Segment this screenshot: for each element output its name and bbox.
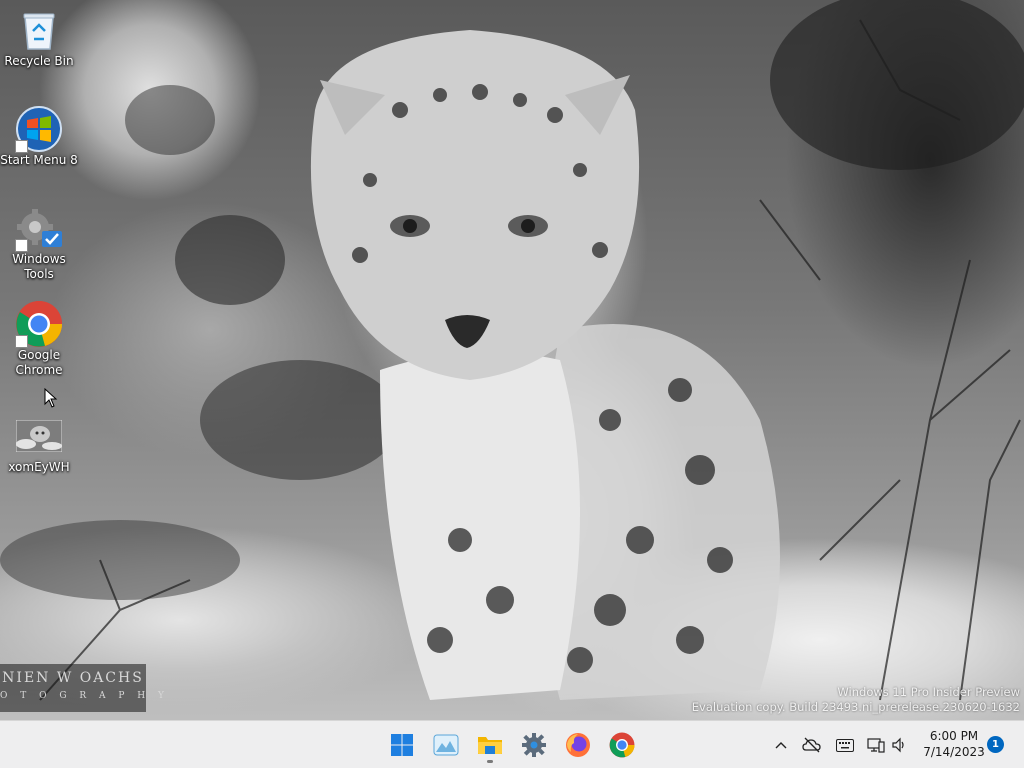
desktop-icon-google-chrome[interactable]: Google Chrome	[0, 300, 78, 378]
windows-tools-icon	[15, 204, 63, 252]
windows-build-watermark: Windows 11 Pro Insider Preview Evaluatio…	[692, 685, 1020, 715]
desktop-icon-label: Windows Tools	[12, 252, 66, 281]
windows-start-icon	[391, 734, 413, 756]
clock-date: 7/14/2023	[923, 745, 985, 759]
volume-icon	[892, 737, 904, 753]
shortcut-arrow-icon	[15, 239, 28, 252]
photographer-subtitle: O T O G R A P H Y	[0, 691, 169, 701]
desktop-icon-label: Start Menu 8	[0, 153, 78, 167]
file-explorer-icon	[478, 737, 502, 754]
taskbar: 6:00 PM 7/14/2023 1	[0, 720, 1024, 768]
widgets-icon	[433, 734, 459, 756]
desktop-icon-label: xomEyWH	[8, 460, 70, 474]
start-menu-8-icon	[15, 105, 63, 153]
desktop-icon-label: Recycle Bin	[4, 54, 74, 68]
windows-build-text: Evaluation copy. Build 23493.ni_prerelea…	[691, 700, 1020, 714]
desktop-icon-xomeywh[interactable]: xomEyWH	[0, 412, 78, 475]
windows-edition-text: Windows 11 Pro Insider Preview	[837, 685, 1020, 699]
desktop-icon-label: Google Chrome	[15, 348, 63, 377]
tray-keyboard-button[interactable]	[835, 735, 855, 755]
photographer-watermark: NIEN W OACHS O T O G R A P H Y	[0, 664, 169, 712]
wallpaper-snow-leopard	[0, 0, 1024, 701]
chrome-icon	[609, 732, 635, 758]
taskbar-start-button[interactable]	[384, 727, 420, 763]
chrome-icon	[15, 300, 63, 348]
tray-network-button[interactable]	[866, 735, 886, 755]
tray-volume-button[interactable]	[890, 735, 910, 755]
desktop-icon-start-menu-8[interactable]: Start Menu 8	[0, 105, 78, 168]
chevron-up-icon	[775, 742, 787, 749]
recycle-bin-icon	[15, 6, 63, 54]
tray-onedrive-button[interactable]	[802, 735, 822, 755]
keyboard-icon	[836, 738, 854, 752]
taskbar-chrome-button[interactable]	[604, 727, 640, 763]
tray-show-hidden-icons-button[interactable]	[771, 735, 791, 755]
desktop-icon-windows-tools[interactable]: Windows Tools	[0, 204, 78, 282]
network-icon	[867, 738, 885, 753]
shortcut-arrow-icon	[15, 335, 28, 348]
mouse-cursor-icon	[44, 388, 58, 408]
image-file-icon	[15, 412, 63, 460]
shortcut-arrow-icon	[15, 140, 28, 153]
tray-clock[interactable]: 6:00 PM 7/14/2023	[922, 728, 986, 760]
notification-badge[interactable]: 1	[987, 736, 1004, 753]
clock-time: 6:00 PM	[929, 729, 979, 743]
desktop-icon-recycle-bin[interactable]: Recycle Bin	[0, 6, 78, 69]
taskbar-firefox-button[interactable]	[560, 727, 596, 763]
firefox-icon	[566, 733, 590, 757]
taskbar-file-explorer-button[interactable]	[472, 727, 508, 763]
settings-gear-icon	[522, 733, 546, 757]
desktop[interactable]: Recycle Bin Start Menu 8 Windows Tools G…	[0, 0, 1024, 768]
taskbar-widgets-button[interactable]	[428, 727, 464, 763]
photographer-name: NIEN W OACHS	[2, 670, 144, 686]
taskbar-settings-button[interactable]	[516, 727, 552, 763]
onedrive-offline-icon	[802, 737, 821, 753]
